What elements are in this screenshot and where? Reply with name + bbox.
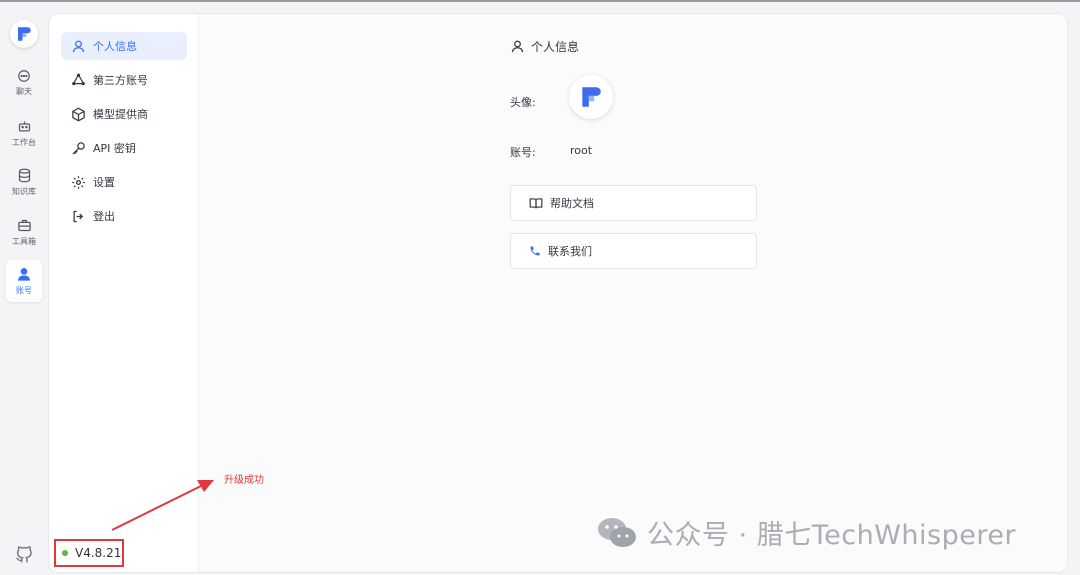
wechat-icon bbox=[598, 517, 636, 547]
upgrade-success-annotation: 升级成功 bbox=[224, 475, 264, 486]
annotation-arrow bbox=[111, 480, 214, 531]
watermark-text: 公众号 · 腊七TechWhisperer bbox=[647, 520, 1017, 551]
watermark: 公众号 · 腊七TechWhisperer bbox=[597, 513, 1016, 552]
